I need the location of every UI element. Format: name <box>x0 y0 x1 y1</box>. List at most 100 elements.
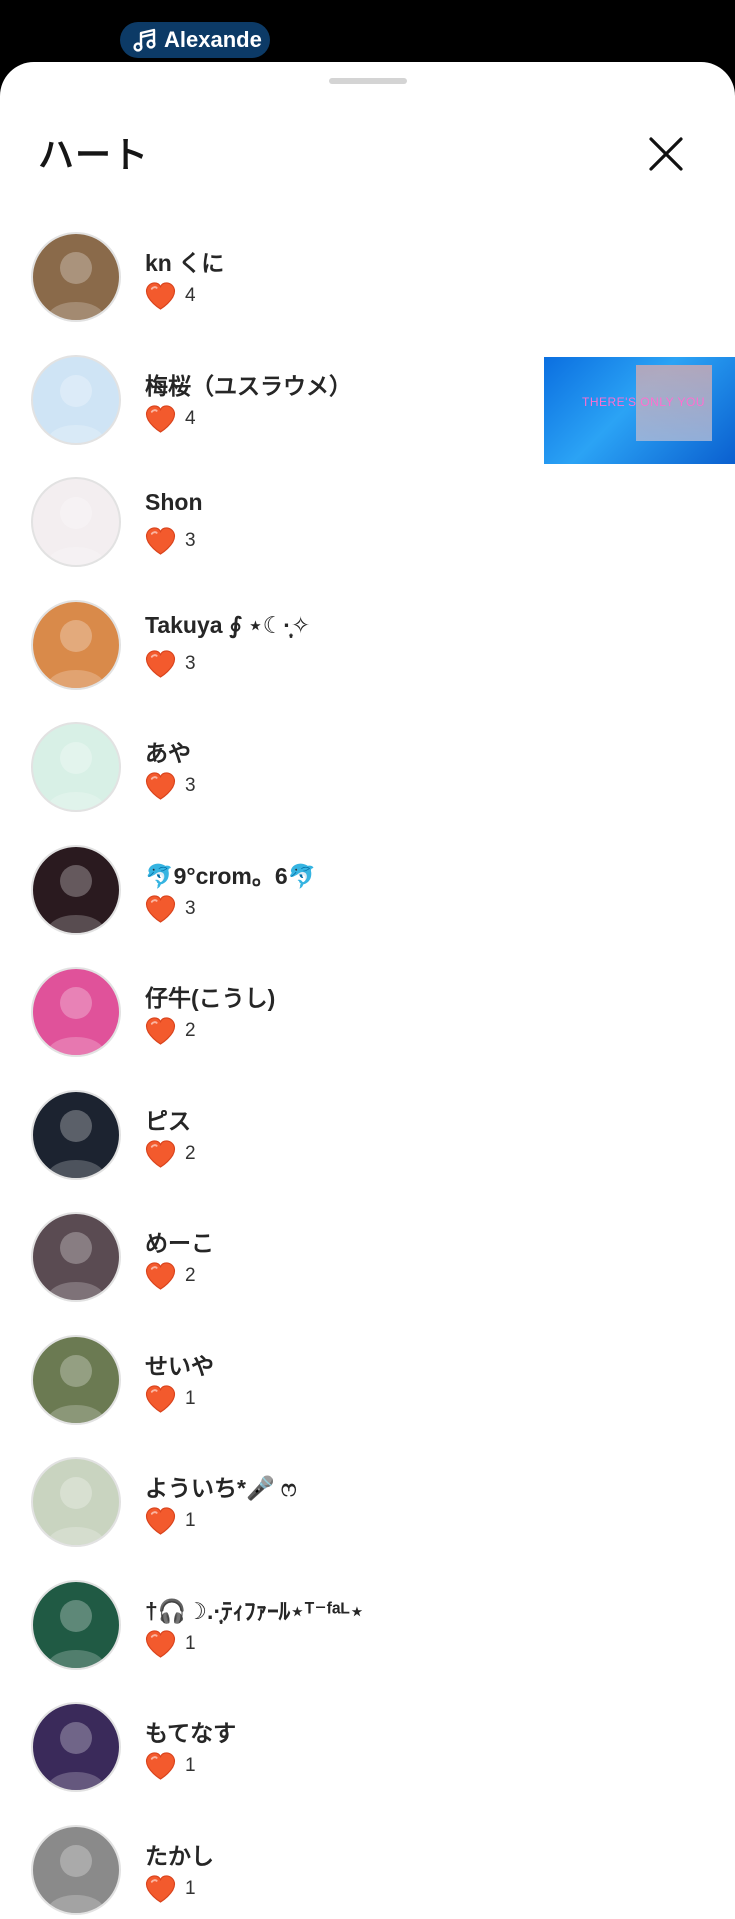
heart-count-group: 1 <box>145 1629 196 1658</box>
heart-icon <box>145 1384 176 1413</box>
list-item[interactable]: †🎧☽.·̩͙ﾃｨﾌｧｰﾙ⋆ᵀ⁻ᶠᵃᴸ⋆ 1 <box>0 1579 735 1703</box>
username[interactable]: 🐬9°crom。6🐬 <box>145 857 316 891</box>
heart-icon <box>145 1752 176 1780</box>
username[interactable]: 梅桜（ユスラウメ） <box>145 367 352 401</box>
avatar-image <box>47 1722 105 1790</box>
heart-count: 2 <box>185 1020 196 1041</box>
heart-count-group: 3 <box>145 894 196 923</box>
heart-icon <box>145 894 176 923</box>
heart-count: 2 <box>185 1142 196 1164</box>
heart-icon <box>145 1139 176 1168</box>
heart-count: 1 <box>185 1510 196 1531</box>
list-item[interactable]: 仔牛(こうし) 2 <box>0 967 735 1090</box>
username[interactable]: せいや <box>145 1347 214 1381</box>
list-item[interactable]: ピス 2 <box>0 1089 735 1213</box>
list-item[interactable]: たかし 1 <box>0 1824 735 1919</box>
sheet-title: ハート <box>38 134 150 175</box>
heart-icon <box>145 527 176 555</box>
now-playing-label: Alexande <box>164 27 262 52</box>
avatar-image <box>47 742 105 810</box>
heart-icon <box>145 1262 176 1290</box>
username[interactable]: もてなす <box>145 1714 236 1748</box>
heart-count: 3 <box>185 775 196 796</box>
avatar[interactable] <box>31 1824 121 1915</box>
avatar[interactable] <box>31 599 121 690</box>
avatar[interactable] <box>31 232 121 322</box>
avatar-image <box>47 374 105 443</box>
username[interactable]: kn くに <box>145 244 224 278</box>
heart-count-group: 3 <box>145 772 196 800</box>
avatar-image <box>47 497 105 565</box>
heart-count-group: 2 <box>145 1139 196 1168</box>
avatar-image <box>47 987 105 1055</box>
avatar[interactable] <box>31 1212 121 1302</box>
now-playing-pill[interactable]: Alexande <box>120 22 270 58</box>
heart-count-group: 4 <box>145 404 196 433</box>
username[interactable]: たかし <box>145 1837 214 1871</box>
list-item[interactable]: Takuya ∮ ⋆☾·̩͙✧ 3 <box>0 599 735 723</box>
heart-icon <box>145 1017 176 1045</box>
list-item[interactable]: Shon 3 <box>0 477 735 600</box>
heart-count: 3 <box>185 652 196 674</box>
hearts-list: kn くに 4 梅桜（ユスラウメ） 4 Shon 3 Takuya ∮ ⋆☾·̩͙✧ 3 あや 3… <box>0 232 735 1919</box>
list-item[interactable]: kn くに 4 <box>0 232 735 355</box>
avatar-image <box>47 1354 105 1423</box>
close-button[interactable] <box>640 128 692 180</box>
heart-count: 4 <box>185 407 196 429</box>
heart-count: 1 <box>185 1387 196 1409</box>
heart-count-group: 1 <box>145 1384 196 1413</box>
video-overlay[interactable]: THERE'S ONLY YOU <box>544 357 735 464</box>
avatar-image <box>47 619 105 688</box>
username[interactable]: あや <box>145 734 191 768</box>
heart-icon <box>145 1507 176 1535</box>
avatar[interactable] <box>31 1457 121 1547</box>
list-item[interactable]: よういち*🎤 ෆ 1 <box>0 1457 735 1580</box>
heart-count-group: 3 <box>145 527 196 555</box>
username[interactable]: めーこ <box>145 1224 214 1258</box>
username[interactable]: †🎧☽.·̩͙ﾃｨﾌｧｰﾙ⋆ᵀ⁻ᶠᵃᴸ⋆ <box>145 1592 364 1626</box>
avatar[interactable] <box>31 354 121 445</box>
heart-count: 2 <box>185 1265 196 1286</box>
list-item[interactable]: あや 3 <box>0 722 735 845</box>
video-overlay-text: THERE'S ONLY YOU <box>582 395 705 409</box>
username[interactable]: ピス <box>145 1102 191 1136</box>
heart-count: 1 <box>185 1755 196 1776</box>
username[interactable]: Takuya ∮ ⋆☾·̩͙✧ <box>145 612 310 639</box>
username[interactable]: Shon <box>145 489 203 516</box>
heart-icon <box>145 772 176 800</box>
avatar-image <box>47 864 105 933</box>
avatar[interactable] <box>31 477 121 567</box>
username[interactable]: 仔牛(こうし) <box>145 979 275 1013</box>
avatar[interactable] <box>31 967 121 1057</box>
heart-count: 1 <box>185 1877 196 1899</box>
heart-count: 3 <box>185 897 196 919</box>
avatar-image <box>47 1844 105 1913</box>
heart-icon <box>145 282 176 310</box>
status-bar: Alexande <box>0 0 735 64</box>
drag-handle[interactable] <box>329 78 407 84</box>
hearts-sheet: ハート kn くに 4 梅桜（ユスラウメ） 4 Shon 3 Takuya ∮ ⋆☾·̩͙✧… <box>0 62 735 1919</box>
heart-count-group: 3 <box>145 649 196 678</box>
list-item[interactable]: めーこ 2 <box>0 1212 735 1335</box>
heart-count: 3 <box>185 530 196 551</box>
close-icon <box>649 137 683 171</box>
avatar[interactable] <box>31 1089 121 1180</box>
heart-count-group: 2 <box>145 1017 196 1045</box>
avatar[interactable] <box>31 844 121 935</box>
avatar-image <box>47 1477 105 1545</box>
list-item[interactable]: 🐬9°crom。6🐬 3 <box>0 844 735 968</box>
avatar[interactable] <box>31 1334 121 1425</box>
avatar[interactable] <box>31 1702 121 1792</box>
avatar[interactable] <box>31 1579 121 1670</box>
heart-count-group: 4 <box>145 282 196 310</box>
heart-icon <box>145 1874 176 1903</box>
avatar-image <box>47 1109 105 1178</box>
avatar[interactable] <box>31 722 121 812</box>
list-item[interactable]: もてなす 1 <box>0 1702 735 1825</box>
list-item[interactable]: せいや 1 <box>0 1334 735 1458</box>
heart-icon <box>145 1629 176 1658</box>
avatar-image <box>47 1232 105 1300</box>
avatar-image <box>47 1599 105 1668</box>
heart-count: 4 <box>185 285 196 306</box>
username[interactable]: よういち*🎤 ෆ <box>145 1469 297 1503</box>
